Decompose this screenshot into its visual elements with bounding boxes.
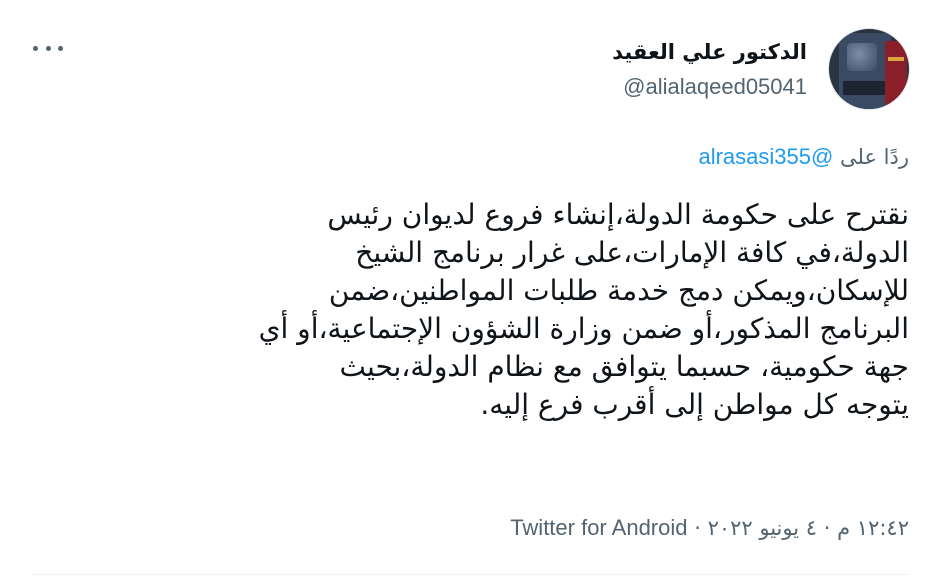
avatar-book-stripe [888,57,904,61]
replying-to-mention[interactable]: @alrasasi355 [698,144,833,169]
tweet-line: للإسكان،ويمكن دمج خدمة طلبات المواطنين،ض… [328,274,909,307]
tweet-date[interactable]: ٤ يونيو ٢٠٢٢ [708,516,817,540]
more-dot [58,45,63,51]
profile-avatar[interactable] [828,28,910,110]
tweet-line: نقترح على حكومة الدولة،إنشاء فروع لديوان… [327,198,909,231]
author-display-name[interactable]: الدكتور علي العقيد [612,38,807,66]
meta-separator: · [823,516,831,540]
more-horizontal-icon [33,45,38,51]
tweet-body: نقترح على حكومة الدولة،إنشاء فروع لديوان… [109,196,909,424]
avatar-book-spine [885,41,907,105]
avatar-book-art [847,43,877,71]
tweet-line: جهة حكومية، حسبما يتوافق مع نظام الدولة،… [339,350,910,383]
tweet-metadata: ١٢:٤٢ م · ٤ يونيو ٢٠٢٢ · Twitter for And… [510,514,909,542]
tweet-time[interactable]: ١٢:٤٢ م [837,516,909,540]
divider [32,574,909,575]
more-options-button[interactable] [30,36,66,60]
replying-to-label: ردًا على [840,145,909,169]
tweet-line: الدولة،في كافة الإمارات،على غرار برنامج … [355,236,909,269]
tweet-source[interactable]: Twitter for Android [510,515,687,540]
replying-to: ردًا على @alrasasi355 [698,143,909,171]
tweet-line: يتوجه كل مواطن إلى أقرب فرع إليه. [480,388,909,421]
avatar-book-cover [839,33,891,109]
tweet-detail: الدكتور علي العقيد @alialaqeed05041 ردًا… [0,0,925,582]
author-info: الدكتور علي العقيد @alialaqeed05041 [612,38,807,102]
meta-separator: · [694,516,701,540]
author-handle[interactable]: @alialaqeed05041 [612,72,807,102]
more-dot [45,45,51,51]
tweet-line: البرنامج المذكور،أو ضمن وزارة الشؤون الإ… [258,312,909,345]
avatar-book-band [843,81,887,95]
